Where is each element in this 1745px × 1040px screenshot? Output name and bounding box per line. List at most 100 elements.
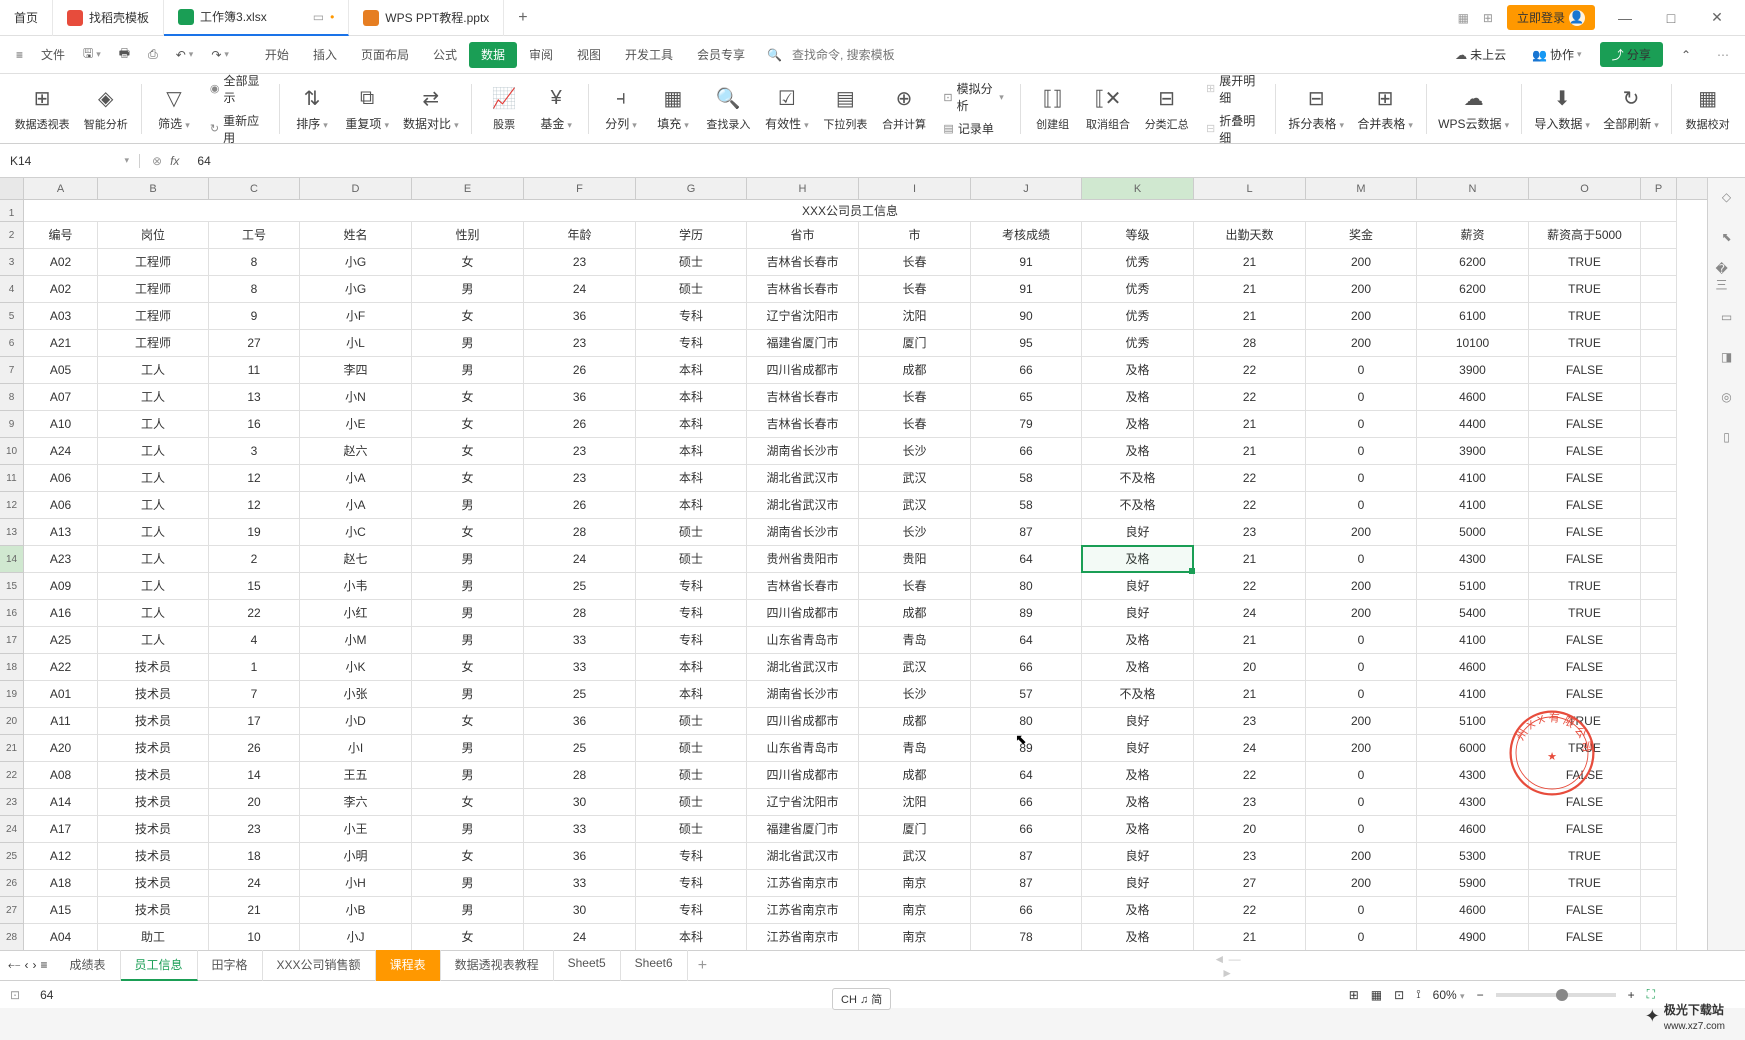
data-cell[interactable]: 本科 (636, 681, 747, 707)
data-cell[interactable]: 36 (524, 843, 636, 869)
data-cell[interactable]: A14 (24, 789, 98, 815)
row-headers[interactable]: 1234567891011121314151617181920212223242… (0, 200, 24, 950)
row-header-2[interactable]: 2 (0, 222, 23, 249)
view-break-icon[interactable]: ⊡ (1394, 988, 1404, 1002)
header-cell[interactable]: 年龄 (524, 222, 636, 248)
wps-cloud-data-button[interactable]: ☁ WPS云数据 ▾ (1434, 79, 1512, 139)
data-cell[interactable]: 0 (1306, 384, 1417, 410)
data-cell[interactable]: TRUE (1529, 303, 1641, 329)
data-cell[interactable]: 4600 (1417, 816, 1529, 842)
sheet-tab-6[interactable]: Sheet5 (554, 950, 621, 981)
sheet-nav-prev[interactable]: ‹ (24, 958, 28, 973)
data-cell[interactable]: 女 (412, 438, 524, 464)
data-cell[interactable]: 湖北省武汉市 (747, 654, 859, 680)
data-cell[interactable] (1641, 654, 1677, 680)
data-cell[interactable]: 16 (209, 411, 300, 437)
col-header-P[interactable]: P (1641, 178, 1677, 199)
data-cell[interactable]: 南京 (859, 897, 971, 923)
data-cell[interactable]: 22 (1194, 465, 1306, 491)
data-cell[interactable]: 79 (971, 411, 1082, 437)
col-header-B[interactable]: B (98, 178, 209, 199)
tab-workbook[interactable]: 工作簿3.xlsx ▭ • (164, 0, 349, 36)
data-cell[interactable]: 硕士 (636, 789, 747, 815)
data-cell[interactable]: 小I (300, 735, 412, 761)
data-cell[interactable]: 小明 (300, 843, 412, 869)
data-cell[interactable]: 64 (971, 627, 1082, 653)
sheet-tab-7[interactable]: Sheet6 (621, 950, 688, 981)
data-cell[interactable]: 78 (971, 924, 1082, 950)
header-cell[interactable]: 奖金 (1306, 222, 1417, 248)
data-cell[interactable]: 4400 (1417, 411, 1529, 437)
data-cell[interactable]: 0 (1306, 924, 1417, 950)
data-cell[interactable]: 0 (1306, 492, 1417, 518)
undo-button[interactable]: ↶ ▾ (168, 44, 202, 66)
data-cell[interactable]: 吉林省长春市 (747, 384, 859, 410)
data-cell[interactable]: TRUE (1529, 843, 1641, 869)
redo-button[interactable]: ↷ ▾ (203, 44, 237, 66)
row-header-14[interactable]: 14 (0, 546, 23, 573)
data-cell[interactable]: 技术员 (98, 843, 209, 869)
data-cell[interactable]: 长春 (859, 573, 971, 599)
data-cell[interactable]: A02 (24, 249, 98, 275)
col-header-F[interactable]: F (524, 178, 636, 199)
col-header-K[interactable]: K (1082, 178, 1194, 199)
data-cell[interactable]: 湖北省武汉市 (747, 843, 859, 869)
close-button[interactable]: ✕ (1701, 9, 1733, 26)
data-cell[interactable]: 28 (524, 600, 636, 626)
zoom-slider[interactable] (1496, 993, 1616, 997)
data-cell[interactable]: 200 (1306, 870, 1417, 896)
col-header-J[interactable]: J (971, 178, 1082, 199)
data-cell[interactable] (1641, 492, 1677, 518)
data-cell[interactable]: A03 (24, 303, 98, 329)
data-cell[interactable]: 66 (971, 357, 1082, 383)
data-cell[interactable]: 80 (971, 708, 1082, 734)
data-cell[interactable]: 王五 (300, 762, 412, 788)
data-cell[interactable]: A01 (24, 681, 98, 707)
data-cell[interactable]: 21 (1194, 681, 1306, 707)
data-cell[interactable]: 12 (209, 465, 300, 491)
zoom-in-button[interactable]: + (1628, 988, 1635, 1002)
data-cell[interactable]: A07 (24, 384, 98, 410)
data-cell[interactable]: 4100 (1417, 492, 1529, 518)
data-cell[interactable]: 4100 (1417, 681, 1529, 707)
data-cell[interactable]: 男 (412, 357, 524, 383)
select-icon[interactable]: ⬉ (1716, 226, 1738, 248)
data-cell[interactable]: 23 (524, 249, 636, 275)
data-cell[interactable]: 小E (300, 411, 412, 437)
data-cell[interactable]: 26 (209, 735, 300, 761)
data-cell[interactable]: 良好 (1082, 573, 1194, 599)
table-row[interactable]: A22技术员1小K女33本科湖北省武汉市武汉66及格2004600FALSE (24, 654, 1677, 681)
share-button[interactable]: ⤴ 分享 (1600, 42, 1663, 67)
row-header-6[interactable]: 6 (0, 330, 23, 357)
row-header-22[interactable]: 22 (0, 762, 23, 789)
data-cell[interactable]: 19 (209, 519, 300, 545)
data-cell[interactable]: 男 (412, 870, 524, 896)
pivot-table-button[interactable]: ⊞ 数据透视表 (10, 79, 74, 139)
data-cell[interactable]: 4900 (1417, 924, 1529, 950)
data-cell[interactable]: A13 (24, 519, 98, 545)
table-row[interactable]: A08技术员14王五男28硕士四川省成都市成都64及格2204300FALSE (24, 762, 1677, 789)
data-cell[interactable]: FALSE (1529, 465, 1641, 491)
data-cell[interactable]: 66 (971, 654, 1082, 680)
refresh-all-button[interactable]: ↻ 全部刷新 ▾ (1599, 79, 1664, 139)
data-cell[interactable]: 28 (524, 519, 636, 545)
data-cell[interactable] (1641, 438, 1677, 464)
data-cell[interactable]: 小王 (300, 816, 412, 842)
assistant-icon[interactable]: ◇ (1716, 186, 1738, 208)
data-cell[interactable]: 技术员 (98, 681, 209, 707)
data-cell[interactable]: A20 (24, 735, 98, 761)
data-cell[interactable]: 专科 (636, 843, 747, 869)
data-cell[interactable]: 工程师 (98, 249, 209, 275)
data-cell[interactable]: 21 (209, 897, 300, 923)
data-cell[interactable]: 湖北省武汉市 (747, 465, 859, 491)
data-cell[interactable]: 李四 (300, 357, 412, 383)
data-cell[interactable]: 14 (209, 762, 300, 788)
data-cell[interactable]: 小C (300, 519, 412, 545)
data-cell[interactable]: 专科 (636, 600, 747, 626)
data-cell[interactable]: 工程师 (98, 303, 209, 329)
more-icon[interactable]: ⋯ (1709, 44, 1737, 66)
data-cell[interactable]: 25 (524, 735, 636, 761)
data-cell[interactable]: 5300 (1417, 843, 1529, 869)
data-cell[interactable]: 及格 (1082, 357, 1194, 383)
data-cell[interactable]: 不及格 (1082, 681, 1194, 707)
